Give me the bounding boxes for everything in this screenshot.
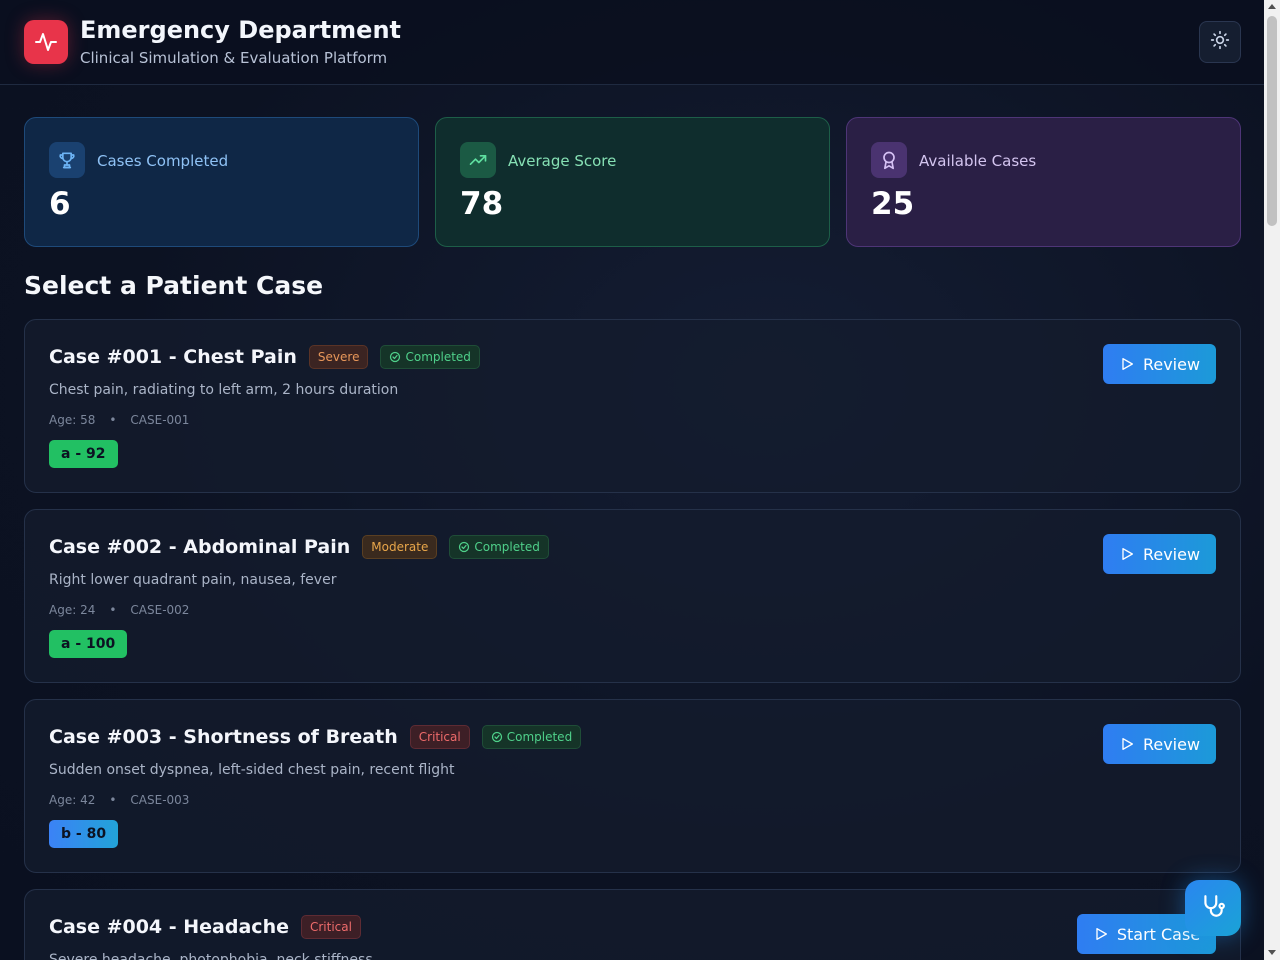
patient-age: Age: 58 [49,413,96,427]
stat-card-average-score: Average Score 78 [435,117,830,247]
heart-pulse-icon [24,20,68,64]
play-icon [1122,358,1133,370]
severity-badge: Moderate [362,535,438,559]
review-button-label: Review [1142,354,1201,374]
stat-card-cases-completed: Cases Completed 6 [24,117,419,247]
case-description: Right lower quadrant pain, nausea, fever [49,572,337,588]
grade-badge: a - 92 [49,440,118,468]
status-label: Completed [506,730,573,744]
review-button-label: Review [1142,544,1201,564]
review-button-label: Review [1142,734,1201,754]
stat-value: 6 [49,186,71,222]
grade-badge: b - 80 [49,820,119,848]
case-card[interactable]: Case #004 - Headache Critical Severe hea… [24,889,1241,960]
assistant-fab-button[interactable] [1185,880,1241,936]
app-title: Emergency Department [80,16,402,44]
status-badge: Completed [380,345,480,369]
case-meta: Age: 58 • CASE-001 [49,413,189,427]
sun-icon [1210,30,1230,54]
case-description: Severe headache, photophobia, neck stiff… [49,952,373,960]
stat-label: Average Score [508,152,617,170]
stat-card-available-cases: Available Cases 25 [846,117,1241,247]
case-title: Case #001 - Chest Pain [49,346,297,368]
stat-label: Available Cases [919,152,1037,170]
case-title: Case #004 - Headache [49,916,289,938]
meta-separator: • [109,603,117,617]
case-title-row: Case #004 - Headache Critical [49,915,361,939]
meta-separator: • [109,793,117,807]
stat-value: 78 [460,186,504,222]
play-icon [1122,738,1133,750]
status-label: Completed [474,540,540,554]
section-title: Select a Patient Case [24,271,324,300]
case-meta: Age: 24 • CASE-002 [49,603,189,617]
case-title-row: Case #003 - Shortness of Breath Critical… [49,725,582,749]
play-icon [1122,548,1133,560]
case-title-row: Case #002 - Abdominal Pain Moderate Comp… [49,535,549,559]
case-id: CASE-003 [130,793,190,807]
stat-label: Cases Completed [97,152,229,170]
status-badge: Completed [481,725,582,749]
patient-age: Age: 24 [49,603,96,617]
severity-badge: Critical [300,915,361,939]
case-title-row: Case #001 - Chest Pain Severe Completed [49,345,480,369]
check-circle-icon [390,351,401,363]
trending-up-icon [460,142,496,178]
case-title: Case #003 - Shortness of Breath [49,726,398,748]
severity-badge: Severe [308,345,369,369]
review-button[interactable]: Review [1103,724,1216,764]
stat-value: 25 [871,186,915,222]
case-card[interactable]: Case #001 - Chest Pain Severe Completed … [24,319,1241,493]
check-circle-icon [491,731,502,743]
case-card[interactable]: Case #003 - Shortness of Breath Critical… [24,699,1241,873]
trophy-icon [49,142,85,178]
scroll-up-arrow-icon[interactable] [1268,4,1276,9]
case-id: CASE-001 [130,413,190,427]
case-meta: Age: 42 • CASE-003 [49,793,189,807]
case-title: Case #002 - Abdominal Pain [49,536,351,558]
case-card[interactable]: Case #002 - Abdominal Pain Moderate Comp… [24,509,1241,683]
theme-toggle-button[interactable] [1199,21,1241,63]
meta-separator: • [109,413,117,427]
award-icon [871,142,907,178]
stethoscope-icon [1200,893,1226,923]
app-header: Emergency Department Clinical Simulation… [0,0,1264,85]
app-subtitle: Clinical Simulation & Evaluation Platfor… [80,49,388,67]
vertical-scrollbar[interactable] [1264,0,1280,960]
status-label: Completed [405,350,471,364]
grade-badge: a - 100 [49,630,128,658]
scroll-down-arrow-icon[interactable] [1268,950,1276,955]
review-button[interactable]: Review [1103,534,1216,574]
play-icon [1096,928,1107,940]
case-description: Sudden onset dyspnea, left-sided chest p… [49,762,455,778]
scrollbar-thumb[interactable] [1267,16,1277,226]
check-circle-icon [459,541,470,553]
case-id: CASE-002 [130,603,190,617]
case-description: Chest pain, radiating to left arm, 2 hou… [49,382,399,398]
severity-badge: Critical [409,725,470,749]
status-badge: Completed [449,535,549,559]
review-button[interactable]: Review [1103,344,1216,384]
patient-age: Age: 42 [49,793,96,807]
